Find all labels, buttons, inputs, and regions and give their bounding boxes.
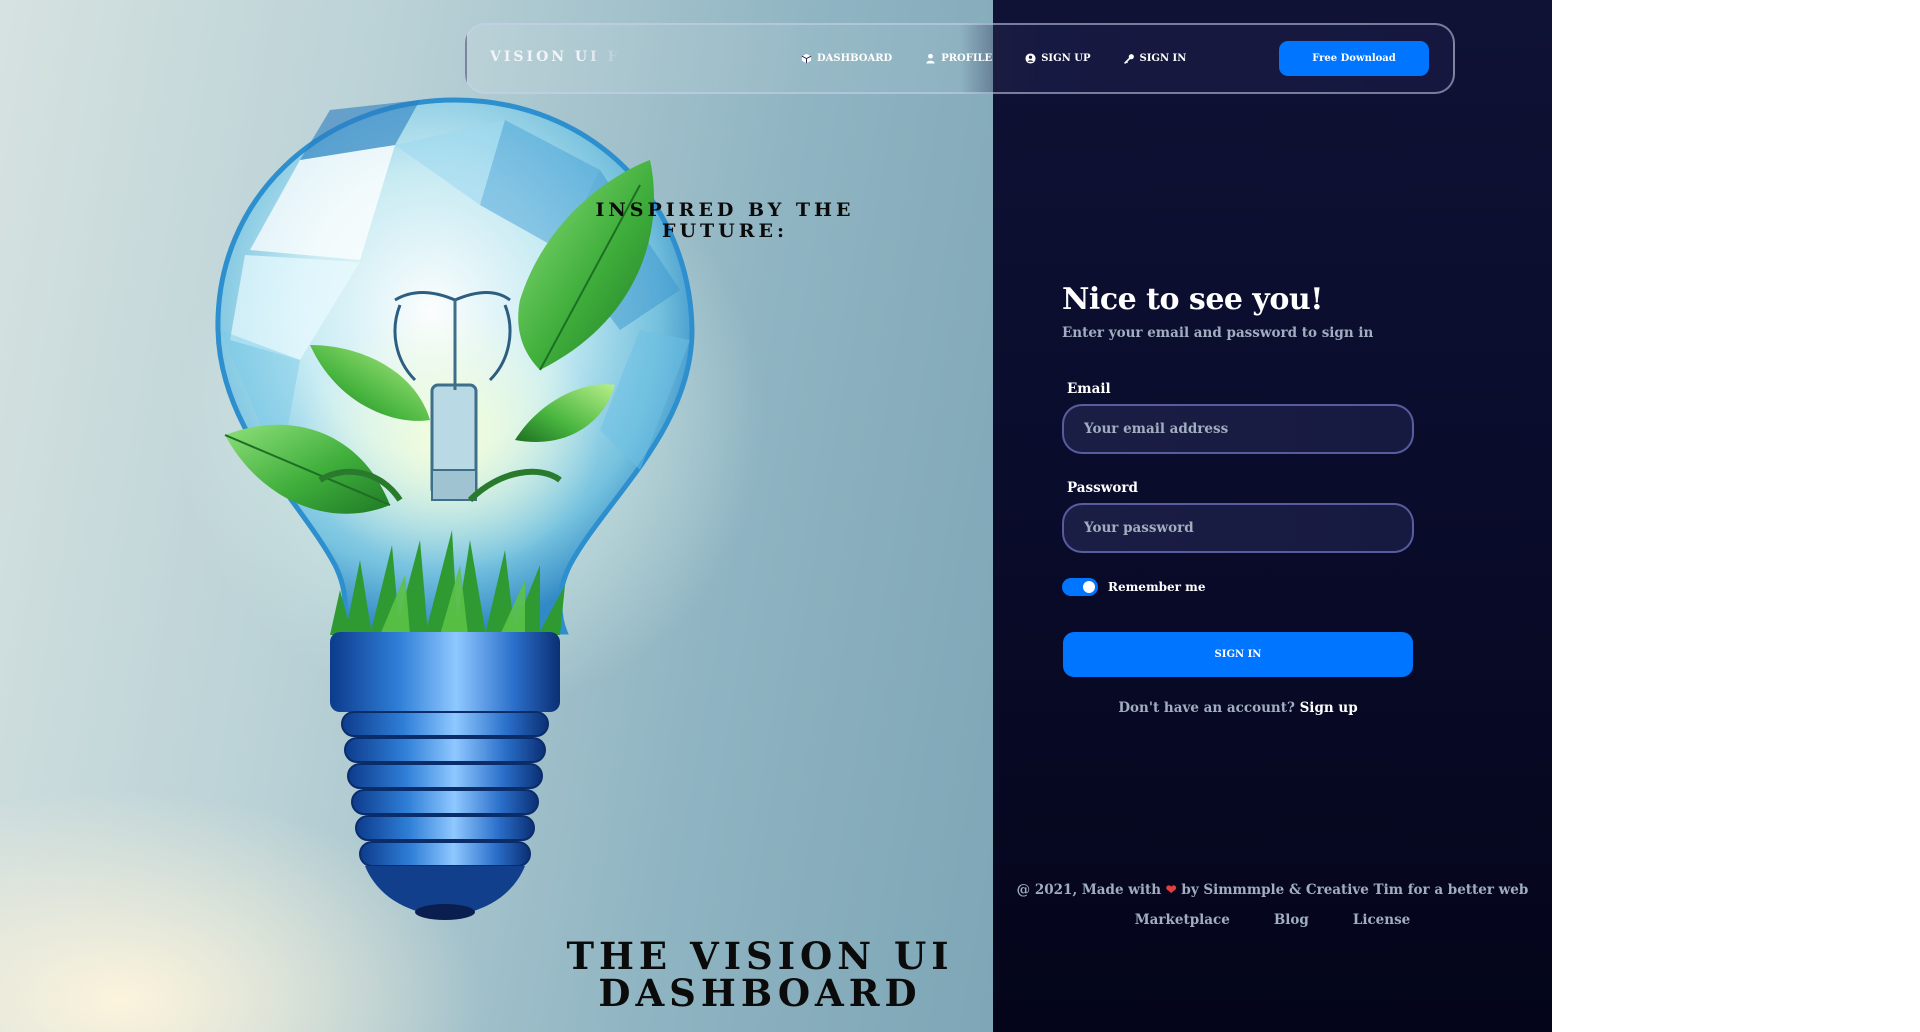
footer-link-license[interactable]: License xyxy=(1353,912,1410,928)
user-circle-icon xyxy=(1025,53,1036,64)
email-input[interactable] xyxy=(1084,421,1392,437)
nav-links: DASHBOARD PROFILE SIGN UP SIGN IN xyxy=(801,25,1219,92)
nav-signup-label: SIGN UP xyxy=(1041,53,1091,64)
email-field[interactable] xyxy=(1062,404,1414,454)
free-download-button[interactable]: Free Download xyxy=(1279,41,1429,76)
nav-profile-label: PROFILE xyxy=(941,53,993,64)
nav-signin-label: SIGN IN xyxy=(1139,53,1187,64)
footer-suffix: by Simmmple & Creative Tim for a better … xyxy=(1181,882,1529,898)
signin-form: Nice to see you! Enter your email and pa… xyxy=(1062,280,1422,716)
hero-tagline: INSPIRED BY THE FUTURE: xyxy=(595,199,855,242)
user-icon xyxy=(926,53,935,64)
footer-link-blog[interactable]: Blog xyxy=(1274,912,1309,928)
signup-prompt: Don't have an account? Sign up xyxy=(1062,700,1414,716)
nav-dashboard-label: DASHBOARD xyxy=(817,53,893,64)
cube-icon xyxy=(801,53,812,64)
signup-prompt-text: Don't have an account? xyxy=(1118,700,1295,716)
password-field[interactable] xyxy=(1062,503,1414,553)
password-input[interactable] xyxy=(1084,520,1392,536)
signup-link[interactable]: Sign up xyxy=(1300,700,1358,716)
footer-links: Marketplace Blog License xyxy=(993,912,1552,928)
footer-prefix: @ 2021, Made with xyxy=(1016,882,1162,898)
footer-copyright: @ 2021, Made with ❤ by Simmmple & Creati… xyxy=(993,882,1552,898)
nav-dashboard[interactable]: DASHBOARD xyxy=(801,53,892,64)
toggle-knob xyxy=(1083,581,1095,593)
nav-signin[interactable]: SIGN IN xyxy=(1123,53,1187,64)
top-navbar: VISION UI FREE DASHBOARD PROFILE SIGN UP… xyxy=(465,23,1455,94)
remember-me: Remember me xyxy=(1062,578,1206,596)
nav-profile[interactable]: PROFILE xyxy=(925,53,992,64)
brand-logo[interactable]: VISION UI FREE xyxy=(490,49,622,65)
form-subtitle: Enter your email and password to sign in xyxy=(1062,325,1374,341)
remember-toggle[interactable] xyxy=(1062,578,1098,596)
footer: @ 2021, Made with ❤ by Simmmple & Creati… xyxy=(993,882,1552,928)
email-label: Email xyxy=(1067,381,1111,397)
remember-label: Remember me xyxy=(1108,580,1206,594)
hero-title: THE VISION UI DASHBOARD xyxy=(566,934,954,1015)
password-label: Password xyxy=(1067,480,1138,496)
signin-button[interactable]: SIGN IN xyxy=(1063,632,1413,677)
heart-icon: ❤ xyxy=(1165,883,1177,898)
nav-signup[interactable]: SIGN UP xyxy=(1025,53,1091,64)
footer-link-marketplace[interactable]: Marketplace xyxy=(1135,912,1230,928)
form-title: Nice to see you! xyxy=(1062,282,1323,317)
hero-panel: INSPIRED BY THE FUTURE: THE VISION UI DA… xyxy=(0,0,993,1032)
lightbulb-with-plants-icon xyxy=(215,97,695,920)
key-icon xyxy=(1123,54,1134,64)
